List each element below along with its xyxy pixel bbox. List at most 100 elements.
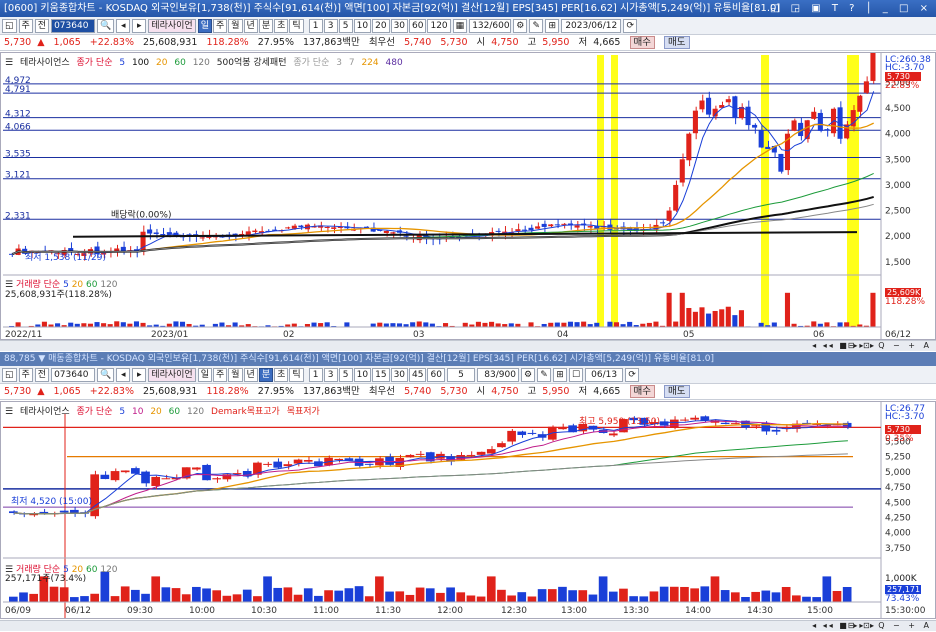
period-tab-0[interactable]: 일	[197, 367, 212, 382]
interval-tab-3[interactable]: 10	[353, 18, 372, 33]
stock-code-input[interactable]: 073640	[51, 367, 96, 382]
period-tab-4[interactable]: 분	[258, 18, 274, 33]
interval-tab-0[interactable]: 1	[308, 18, 323, 33]
search-icon[interactable]: 🔍	[97, 367, 115, 382]
candle	[673, 184, 679, 211]
bar-count[interactable]: 132/600	[469, 18, 512, 33]
period-tab-1[interactable]: 주	[212, 367, 228, 382]
stock-next-icon[interactable]: ▸	[132, 18, 147, 33]
stock-prev-icon[interactable]: ◂	[116, 367, 131, 382]
legend-stock-name: 테라사이언스	[19, 407, 70, 417]
zoom-controls[interactable]: ⊟ ⊡ Q − + A	[848, 621, 932, 631]
search-icon[interactable]: 🔍	[97, 18, 115, 33]
window-controls[interactable]: ◱ ◲ ▣ T ? │ _ □ ×	[770, 0, 932, 17]
interval-tab-0[interactable]: 1	[308, 367, 323, 382]
stock-name[interactable]: 테라사이언	[148, 367, 196, 382]
interval-tab-4[interactable]: 20	[372, 18, 390, 33]
period-tab-0[interactable]: 일	[197, 18, 212, 33]
candle	[811, 111, 817, 119]
volume-bar	[761, 590, 771, 602]
interval-tab-3[interactable]: 10	[353, 367, 372, 382]
legend-menu-icon[interactable]: ☰	[5, 407, 13, 417]
interval-tab-7[interactable]: 60	[427, 367, 445, 382]
chart-menu-icon[interactable]: ◱	[2, 367, 17, 382]
zoom-controls[interactable]: ⊟ ⊡ Q − + A	[848, 341, 932, 351]
legend-menu-icon[interactable]: ☰	[5, 58, 13, 68]
refresh-icon[interactable]: ⟳	[623, 18, 638, 33]
candle	[212, 478, 222, 480]
buy-button[interactable]: 매수	[629, 36, 655, 49]
chart-menu-icon[interactable]: ◱	[2, 18, 17, 33]
interval-tab-1[interactable]: 3	[323, 367, 338, 382]
prev-button[interactable]: 전	[34, 367, 50, 382]
interval-tab-2[interactable]: 5	[338, 18, 353, 33]
date-field[interactable]: 06/13	[585, 367, 624, 382]
volume-bar	[253, 596, 262, 602]
sell-button[interactable]: 매도	[664, 385, 690, 398]
interval-tab-5[interactable]: 30	[390, 18, 409, 33]
minute-select[interactable]: 5	[446, 367, 475, 382]
chart-setting-icon[interactable]: ⚙	[520, 367, 536, 382]
date-field[interactable]: 2023/06/12	[561, 18, 622, 33]
period-tab-5[interactable]: 초	[274, 18, 289, 33]
period-tab-5[interactable]: 초	[274, 367, 289, 382]
daily-chart-panel[interactable]: ☰ 테라사이언스 종가 단순 5 100 20 60 120 500억봉 강세패…	[0, 52, 936, 340]
interval-tab-6[interactable]: 60	[409, 18, 427, 33]
interval-tab-7[interactable]: 120	[427, 18, 451, 33]
draw-tool-icon[interactable]: ✎	[529, 18, 544, 33]
compare-icon[interactable]: ⊞	[545, 18, 560, 33]
mode-button[interactable]: 주	[18, 18, 33, 33]
interval-tab-5[interactable]: 30	[390, 367, 409, 382]
volume-bar	[507, 595, 516, 602]
window-title: [0600] 키움종합차트 - KOSDAQ 외국인보유[1,738(천)] 주…	[4, 3, 781, 14]
legend-pattern: 500억봉 강세패턴	[216, 58, 287, 68]
price-tick: 4,250	[885, 513, 911, 523]
daily-candle-chart[interactable]: 4,9724,7914,3124,0663,5353,1212,3315,000…	[1, 53, 935, 339]
interval-tab-4[interactable]: 15	[372, 367, 390, 382]
volume-bar	[581, 321, 587, 327]
interval-tab-2[interactable]: 5	[338, 367, 353, 382]
sell-button[interactable]: 매도	[664, 36, 690, 49]
period-tab-3[interactable]: 년	[243, 18, 258, 33]
volume-bar	[547, 589, 557, 602]
candle	[548, 224, 554, 227]
volume-bar	[627, 321, 633, 327]
volume-bar	[699, 307, 705, 327]
period-tab-6[interactable]: 틱	[289, 367, 304, 382]
mode-button[interactable]: 주	[18, 367, 33, 382]
volume-bar	[390, 323, 396, 327]
bottom-scrollbar[interactable]: ◂ ◂◂ ■ ▸▸ ▸ ⊟ ⊡ Q − + A	[0, 620, 936, 631]
volume-bar	[680, 586, 689, 602]
interval-tab-6[interactable]: 45	[409, 367, 427, 382]
stock-code-input[interactable]: 073640	[51, 18, 96, 33]
period-tab-2[interactable]: 월	[228, 18, 243, 33]
calendar-icon[interactable]: ▦	[452, 18, 468, 33]
compare-icon[interactable]: ⊞	[553, 367, 568, 382]
volume-bar	[179, 321, 186, 327]
bar-count[interactable]: 83/900	[476, 367, 519, 382]
refresh-icon[interactable]: ⟳	[625, 367, 640, 382]
period-tab-6[interactable]: 틱	[289, 18, 304, 33]
period-tab-1[interactable]: 주	[212, 18, 228, 33]
stock-prev-icon[interactable]: ◂	[116, 18, 131, 33]
volume-bar	[173, 321, 179, 327]
stock-name[interactable]: 테라사이언	[148, 18, 196, 33]
period-tab-2[interactable]: 월	[228, 367, 243, 382]
price-tick: 3,750	[885, 544, 911, 554]
period-tab-3[interactable]: 년	[243, 367, 258, 382]
top-scrollbar[interactable]: ◂ ◂◂ ■ ▸▸ ▸ ⊟ ⊡ Q − + A	[0, 340, 936, 351]
last-pct-label: 22.83%	[885, 81, 920, 91]
volume-bar	[475, 321, 481, 327]
interval-tab-1[interactable]: 3	[323, 18, 338, 33]
prev-button[interactable]: 전	[34, 18, 50, 33]
chart-setting-icon[interactable]: ⚙	[513, 18, 528, 33]
draw-tool-icon[interactable]: ✎	[537, 367, 552, 382]
period-tab-4[interactable]: 분	[258, 367, 274, 382]
stock-next-icon[interactable]: ▸	[132, 367, 147, 382]
buy-button[interactable]: 매수	[629, 385, 655, 398]
volume-bar	[710, 576, 720, 602]
checkbox-icon[interactable]: ☐	[569, 367, 584, 382]
candle	[495, 230, 501, 232]
minute-chart-panel[interactable]: ☰ 테라사이언스 종가 단순 5 10 20 60 120 Demark목표고가…	[0, 401, 936, 619]
minute-candle-chart[interactable]: 5,5005,2505,0004,7504,5004,2504,0003,750…	[1, 402, 935, 618]
